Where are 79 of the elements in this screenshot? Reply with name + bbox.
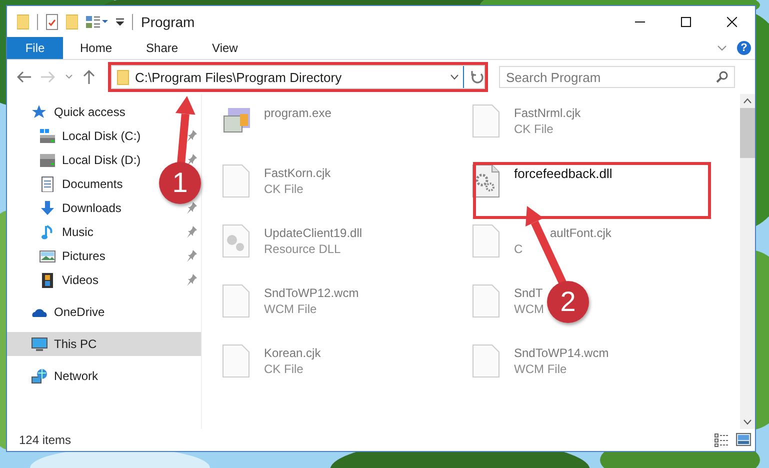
file-name[interactable]: FastNrml.cjk xyxy=(514,106,581,120)
nav-item[interactable]: Local Disk (C:) xyxy=(7,124,201,148)
drive-icon xyxy=(39,152,56,168)
pin-icon xyxy=(187,130,197,142)
large-icons-view-icon[interactable] xyxy=(736,433,751,446)
scrollbar-thumb[interactable] xyxy=(740,108,755,158)
pin-icon xyxy=(187,226,197,238)
file-name[interactable]: FastKorn.cjk xyxy=(264,166,331,180)
ribbon-tab[interactable]: Share xyxy=(129,37,196,59)
search-field[interactable]: Search Program xyxy=(499,66,735,88)
file-type: CK File xyxy=(264,182,304,196)
scroll-up-icon[interactable] xyxy=(743,98,752,104)
file-icon[interactable] xyxy=(470,344,502,378)
file-icon[interactable] xyxy=(220,344,252,378)
new-folder-icon xyxy=(66,14,78,30)
file-icon[interactable] xyxy=(220,284,252,318)
nav-item[interactable]: Documents xyxy=(7,172,131,196)
view-menu-icon xyxy=(86,14,108,28)
file-name[interactable]: UpdateClient19.dll xyxy=(264,226,362,240)
dropdown-caret-icon[interactable] xyxy=(450,74,459,80)
nav-item[interactable]: Pictures xyxy=(7,244,201,268)
file-type: C xyxy=(514,242,524,256)
nav-item[interactable]: OneDrive xyxy=(7,300,113,324)
film-icon xyxy=(39,272,56,288)
file-name[interactable]: aultFont.cjk xyxy=(514,226,612,240)
search-icon xyxy=(716,71,728,83)
file-icon[interactable] xyxy=(470,104,502,138)
file-type: WCM File xyxy=(264,302,318,316)
file-type: CK File xyxy=(514,122,554,136)
help-button[interactable]: ? xyxy=(737,41,751,55)
nav-item[interactable]: Quick access xyxy=(7,100,134,124)
file-icon[interactable] xyxy=(470,224,502,258)
file-name[interactable]: SndT xyxy=(514,286,544,300)
close-icon xyxy=(727,16,737,26)
pin-icon xyxy=(187,250,197,262)
item-count: 124 items xyxy=(19,433,72,447)
scroll-down-icon[interactable] xyxy=(743,419,752,425)
folder-icon xyxy=(17,14,29,30)
drive-icon xyxy=(39,128,56,144)
monitor-icon xyxy=(31,336,48,352)
nav-item[interactable]: Network xyxy=(7,364,106,388)
maximize-icon xyxy=(681,16,691,26)
file-type: WCM xyxy=(514,302,544,316)
back-icon[interactable] xyxy=(17,71,31,83)
file-name[interactable]: SndToWP14.wcm xyxy=(514,346,609,360)
ribbon-tab[interactable]: View xyxy=(195,37,255,59)
network-icon xyxy=(31,368,48,384)
properties-icon xyxy=(46,14,58,30)
customize-caret-icon xyxy=(116,18,124,26)
window-title: Program xyxy=(141,14,196,30)
nav-item[interactable]: Music xyxy=(7,220,201,244)
file-type: CK File xyxy=(264,362,304,376)
file-icon[interactable] xyxy=(220,164,252,198)
pin-icon xyxy=(187,274,197,286)
address-field[interactable]: C:\Program Files\Program Directory xyxy=(111,65,485,89)
ribbon-tab[interactable]: Home xyxy=(63,37,130,59)
nav-item[interactable]: Videos xyxy=(7,268,201,292)
pin-icon xyxy=(187,154,197,166)
expand-ribbon-icon[interactable] xyxy=(717,45,727,51)
refresh-icon[interactable] xyxy=(470,70,484,84)
file-name[interactable]: SndToWP12.wcm xyxy=(264,286,359,300)
document-icon xyxy=(39,176,56,192)
pictures-icon xyxy=(39,248,56,264)
file-name[interactable]: Korean.cjk xyxy=(264,346,321,360)
file-type: Resource DLL xyxy=(264,242,342,256)
folder-icon xyxy=(117,70,129,84)
file-name[interactable]: forcefeedback.dll xyxy=(514,166,612,181)
up-icon[interactable] xyxy=(83,70,95,84)
file-icon[interactable] xyxy=(470,284,502,318)
download-icon xyxy=(39,200,56,216)
pin-icon xyxy=(187,202,197,214)
recent-caret-icon[interactable] xyxy=(65,74,73,80)
file-name[interactable]: program.exe xyxy=(264,106,332,120)
file-type: WCM File xyxy=(514,362,568,376)
nav-item[interactable]: This PC xyxy=(7,332,201,356)
star-icon xyxy=(31,104,48,120)
details-view-icon[interactable] xyxy=(714,433,730,447)
ribbon-tab[interactable]: File xyxy=(7,37,63,59)
forward-icon[interactable] xyxy=(41,71,55,83)
